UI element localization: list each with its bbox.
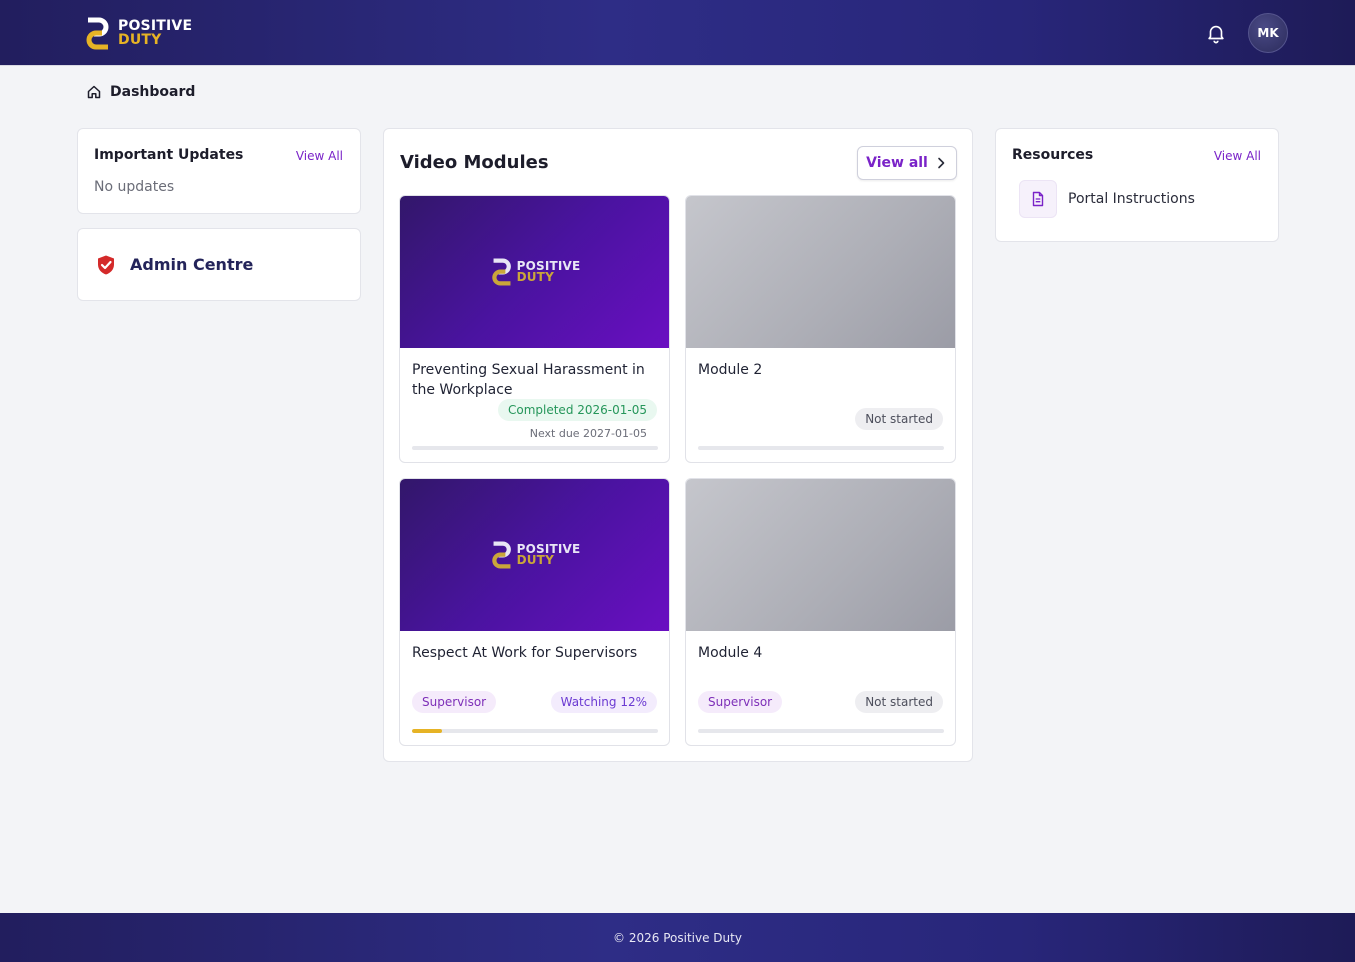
positive-duty-logo[interactable]: POSITIVE DUTY xyxy=(85,16,195,50)
next-due-text: Next due 2027-01-05 xyxy=(529,427,647,440)
top-header: POSITIVE DUTY MK xyxy=(0,0,1355,66)
status-badge: Completed 2026-01-05 xyxy=(497,399,657,421)
thumbnail-wordmark: POSITIVE DUTY xyxy=(516,260,581,284)
status-badge: Not started xyxy=(855,408,943,430)
resources-view-all-link[interactable]: View All xyxy=(1214,149,1261,163)
bell-icon[interactable] xyxy=(1205,22,1227,44)
resource-label: Portal Instructions xyxy=(1068,191,1195,207)
thumbnail-logo: POSITIVE DUTY xyxy=(491,541,581,569)
module-title: Module 4 xyxy=(698,645,763,661)
status-badge: Watching 12% xyxy=(550,691,657,713)
user-avatar[interactable]: MK xyxy=(1248,13,1288,53)
module-title: Module 2 xyxy=(698,362,763,378)
resources-title: Resources xyxy=(1012,147,1094,163)
important-updates-card: Important Updates View All No updates xyxy=(77,128,361,214)
page-footer: © 2026 Positive Duty xyxy=(0,913,1355,962)
video-module-card[interactable]: POSITIVE DUTY Preventing Sexual Harassme… xyxy=(399,195,670,463)
video-modules-title: Video Modules xyxy=(400,152,549,173)
thumbnail-wordmark: POSITIVE DUTY xyxy=(516,543,581,567)
no-updates-text: No updates xyxy=(94,179,175,195)
video-module-card[interactable]: POSITIVE DUTY Respect At Work for Superv… xyxy=(399,478,670,746)
thumbnail-line-duty: DUTY xyxy=(516,270,554,284)
progress-bar xyxy=(412,729,658,733)
breadcrumb-dashboard[interactable]: Dashboard xyxy=(110,84,195,100)
status-badge: Not started xyxy=(855,691,943,713)
updates-view-all-link[interactable]: View All xyxy=(296,149,343,163)
video-module-card[interactable]: Module 4 Supervisor Not started xyxy=(685,478,956,746)
module-thumbnail xyxy=(686,196,955,348)
important-updates-title: Important Updates xyxy=(94,147,244,163)
logo-line-positive: POSITIVE xyxy=(118,18,193,34)
module-title: Preventing Sexual Harassment in the Work… xyxy=(412,362,645,398)
shield-check-icon xyxy=(98,255,114,274)
resources-card: Resources View All Portal Instructions xyxy=(995,128,1279,242)
logo-mark-icon xyxy=(86,17,109,49)
thumbnail-line-duty: DUTY xyxy=(516,553,554,567)
home-icon xyxy=(87,85,101,99)
modules-view-all-button[interactable]: View all xyxy=(857,146,957,180)
admin-centre-card[interactable]: Admin Centre xyxy=(77,228,361,301)
logo-line-duty: DUTY xyxy=(118,32,162,48)
resource-icon-box xyxy=(1019,180,1057,218)
progress-fill xyxy=(412,729,442,733)
logo-mark-icon xyxy=(491,541,511,569)
footer-copyright: © 2026 Positive Duty xyxy=(613,930,742,945)
role-badge: Supervisor xyxy=(412,691,497,713)
video-modules-card: Video Modules View all POSITIVE DUTY Pre… xyxy=(383,128,973,762)
resource-item[interactable]: Portal Instructions xyxy=(1019,180,1195,218)
logo-wordmark: POSITIVE DUTY xyxy=(118,19,192,47)
chevron-right-icon xyxy=(938,157,945,169)
module-thumbnail: POSITIVE DUTY xyxy=(400,196,669,348)
logo-mark-icon xyxy=(491,258,511,286)
progress-bar xyxy=(412,446,658,450)
breadcrumb: Dashboard xyxy=(86,83,195,101)
progress-bar xyxy=(698,446,944,450)
thumbnail-logo: POSITIVE DUTY xyxy=(491,258,581,286)
document-icon xyxy=(1032,191,1044,207)
module-title: Respect At Work for Supervisors xyxy=(412,645,638,661)
module-thumbnail: POSITIVE DUTY xyxy=(400,479,669,631)
admin-centre-label: Admin Centre xyxy=(130,255,254,274)
modules-view-all-label: View all xyxy=(866,155,928,171)
progress-bar xyxy=(698,729,944,733)
video-module-card[interactable]: Module 2 Not started xyxy=(685,195,956,463)
role-badge: Supervisor xyxy=(698,691,783,713)
module-thumbnail xyxy=(686,479,955,631)
